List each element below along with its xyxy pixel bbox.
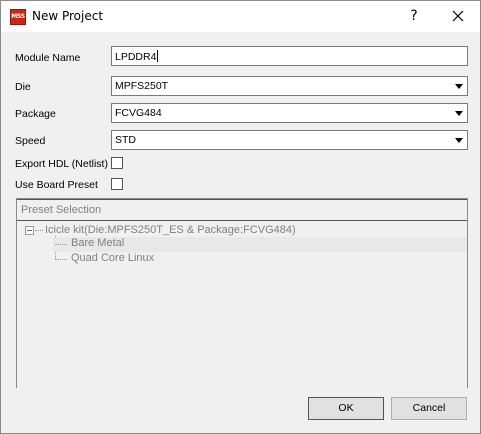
ok-button[interactable]: OK (308, 397, 384, 420)
speed-select[interactable]: STD (111, 130, 468, 150)
module-name-value: LPDDR4 (115, 51, 157, 63)
speed-label: Speed (15, 135, 46, 147)
tree-connector (35, 230, 43, 231)
tree-item-bare-metal[interactable]: Bare Metal (71, 237, 124, 249)
module-name-input[interactable]: LPDDR4 (111, 46, 468, 66)
die-value: MPFS250T (115, 80, 169, 92)
die-select[interactable]: MPFS250T (111, 76, 468, 96)
new-project-dialog: MSS New Project ? Module Name LPDDR4 Die… (0, 0, 481, 434)
help-button[interactable]: ? (400, 5, 428, 27)
tree-item-icicle-kit[interactable]: Icicle kit(Die:MPFS250T_ES & Package:FCV… (45, 224, 296, 236)
use-board-preset-checkbox[interactable] (111, 178, 123, 190)
cancel-button[interactable]: Cancel (391, 397, 467, 420)
preset-selection-header: Preset Selection (17, 199, 467, 221)
use-board-preset-label: Use Board Preset (15, 179, 98, 191)
close-icon (452, 10, 464, 22)
chevron-down-icon[interactable] (451, 132, 466, 148)
app-icon: MSS (10, 9, 26, 25)
title-bar: MSS New Project ? (1, 1, 480, 32)
package-value: FCVG484 (115, 107, 162, 119)
close-button[interactable] (443, 5, 473, 27)
app-icon-label: MSS (11, 13, 25, 20)
preset-selection-panel: Preset Selection Icicle kit(Die:MPFS250T… (16, 198, 468, 388)
tree-connector (55, 259, 67, 260)
export-hdl-checkbox[interactable] (111, 157, 123, 169)
module-name-label: Module Name (15, 52, 81, 64)
die-label: Die (15, 81, 31, 93)
chevron-down-icon[interactable] (451, 105, 466, 121)
package-select[interactable]: FCVG484 (111, 103, 468, 123)
collapse-icon[interactable] (25, 226, 34, 235)
tree-connector (55, 244, 67, 245)
chevron-down-icon[interactable] (451, 78, 466, 94)
tree-item-quad-core-linux[interactable]: Quad Core Linux (71, 252, 154, 264)
export-hdl-label: Export HDL (Netlist) (15, 158, 108, 170)
preset-tree: Icicle kit(Die:MPFS250T_ES & Package:FCV… (17, 222, 467, 388)
text-caret (157, 50, 159, 62)
window-title: New Project (32, 9, 104, 23)
package-label: Package (15, 108, 56, 120)
speed-value: STD (115, 134, 136, 146)
